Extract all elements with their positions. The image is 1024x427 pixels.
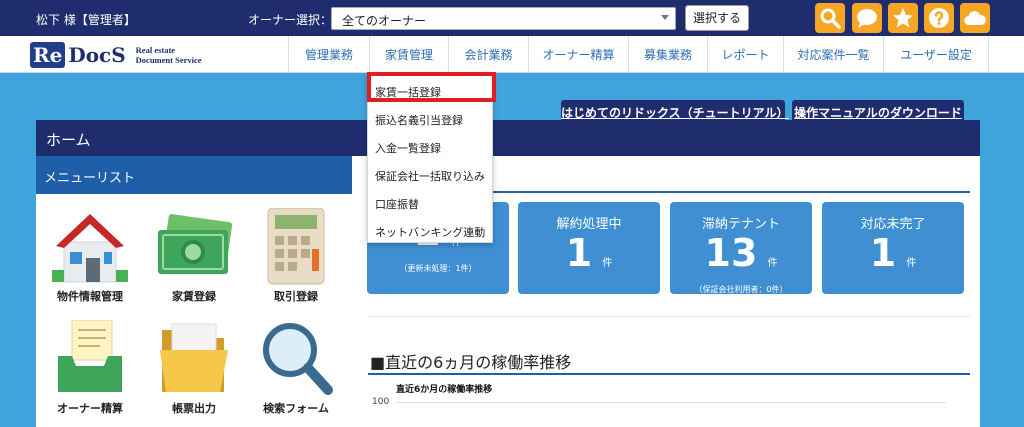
folder-icon xyxy=(154,320,234,398)
highlight-box xyxy=(367,72,496,102)
star-icon[interactable] xyxy=(888,3,918,33)
top-bar: 松下 様【管理者】 オーナー選択： 全てのオーナー 選択する xyxy=(0,0,1024,36)
search-icon[interactable] xyxy=(815,3,845,33)
user-name: 松下 様【管理者】 xyxy=(36,13,136,27)
menu-rent-register[interactable]: 家賃登録 xyxy=(144,208,244,304)
dropdown-item-payment-list[interactable]: 入金一覧登録 xyxy=(368,132,494,160)
stat-card-unit: 件 xyxy=(767,258,778,269)
calculator-icon xyxy=(256,207,336,286)
menu-owner-settlement-label: オーナー精算 xyxy=(57,402,123,415)
nav-report[interactable]: レポート xyxy=(707,36,783,73)
stat-card-title: 滞納テナント xyxy=(701,217,780,232)
menu-transaction-register-label: 取引登録 xyxy=(274,290,318,303)
divider xyxy=(368,316,970,317)
menu-report-output[interactable]: 帳票出力 xyxy=(144,320,244,416)
menu-property-info[interactable]: 物件情報管理 xyxy=(40,208,140,304)
nav-recruitment[interactable]: 募集業務 xyxy=(628,36,707,73)
page-title: ホーム xyxy=(36,120,980,156)
menu-transaction-register[interactable]: 取引登録 xyxy=(246,207,346,304)
stat-card-value: 13 xyxy=(704,231,758,275)
chat-icon[interactable] xyxy=(852,3,882,33)
dropdown-item-account-transfer[interactable]: 口座振替 xyxy=(368,188,494,216)
menu-owner-settlement[interactable]: オーナー精算 xyxy=(40,319,140,416)
chart-title: 直近6か月の稼働率推移 xyxy=(396,385,493,395)
stat-card-note: （更新未処理：1件） xyxy=(399,264,477,273)
stat-card-unit: 件 xyxy=(906,258,917,269)
menu-search-form[interactable]: 検索フォーム xyxy=(246,320,346,416)
select-button[interactable]: 選択する xyxy=(685,5,749,31)
nav-management[interactable]: 管理業務 xyxy=(288,36,369,73)
dropdown-item-guarantor-import[interactable]: 保証会社一括取り込み xyxy=(368,160,494,188)
menu-list-title: メニューリスト xyxy=(36,156,352,194)
menu-panel: メニューリスト 物件情報管理 家賃登録 取引登録 オーナー精算 帳票出力 検索フ… xyxy=(36,156,352,427)
house-icon xyxy=(50,208,130,286)
nav-rent[interactable]: 家賃管理 xyxy=(369,36,448,73)
stat-card-value: 1 xyxy=(869,231,897,275)
help-icon[interactable] xyxy=(924,3,954,33)
owner-select[interactable]: 全てのオーナー xyxy=(331,7,676,30)
main-header: Re DocS Real estate Document Service 管理業… xyxy=(0,36,1024,73)
chart-y-tick: 100 xyxy=(372,397,390,407)
inbox-tray-icon xyxy=(50,319,130,398)
dropdown-item-net-banking[interactable]: ネットバンキング連動 xyxy=(368,216,494,244)
stat-card-delinquent[interactable]: 滞納テナント 13 件 （保証会社利用者：0件） xyxy=(670,202,812,294)
magnifier-icon xyxy=(256,320,336,398)
money-icon xyxy=(154,208,234,286)
stat-card-title: 解約処理中 xyxy=(556,217,622,232)
stat-card-incomplete[interactable]: 対応未完了 1件 xyxy=(822,202,964,294)
dropdown-item-transfer-name[interactable]: 振込名義引当登録 xyxy=(368,104,494,132)
redocs-logo[interactable]: Re DocS Real estate Document Service xyxy=(30,40,202,70)
chevron-down-icon xyxy=(661,15,669,20)
stat-card-unit: 件 xyxy=(602,258,613,269)
stat-card-value: 1 xyxy=(565,231,593,275)
cloud-icon[interactable] xyxy=(960,3,990,33)
stat-card-note: （保証会社利用者：0件） xyxy=(694,285,788,294)
stat-card-cancellation[interactable]: 解約処理中 1件 xyxy=(518,202,660,294)
stat-card-title: 対応未完了 xyxy=(860,217,926,232)
nav-accounting[interactable]: 会計業務 xyxy=(448,36,528,73)
menu-search-form-label: 検索フォーム xyxy=(263,402,329,415)
nav-user-settings[interactable]: ユーザー設定 xyxy=(883,36,989,73)
menu-property-info-label: 物件情報管理 xyxy=(57,290,123,303)
nav-cases[interactable]: 対応案件一覧 xyxy=(783,36,883,73)
chart-gridline xyxy=(396,402,946,403)
occupancy-section-title: ■直近の6ヵ月の稼働率推移 xyxy=(370,353,572,372)
divider xyxy=(368,373,970,375)
nav-owner-settlement[interactable]: オーナー精算 xyxy=(528,36,628,73)
menu-report-output-label: 帳票出力 xyxy=(172,402,216,415)
owner-select-label: オーナー選択： xyxy=(248,13,333,27)
menu-rent-register-label: 家賃登録 xyxy=(172,290,216,303)
owner-select-value: 全てのオーナー xyxy=(342,14,427,28)
main-nav: 管理業務 家賃管理 会計業務 オーナー精算 募集業務 レポート 対応案件一覧 ユ… xyxy=(288,36,989,73)
